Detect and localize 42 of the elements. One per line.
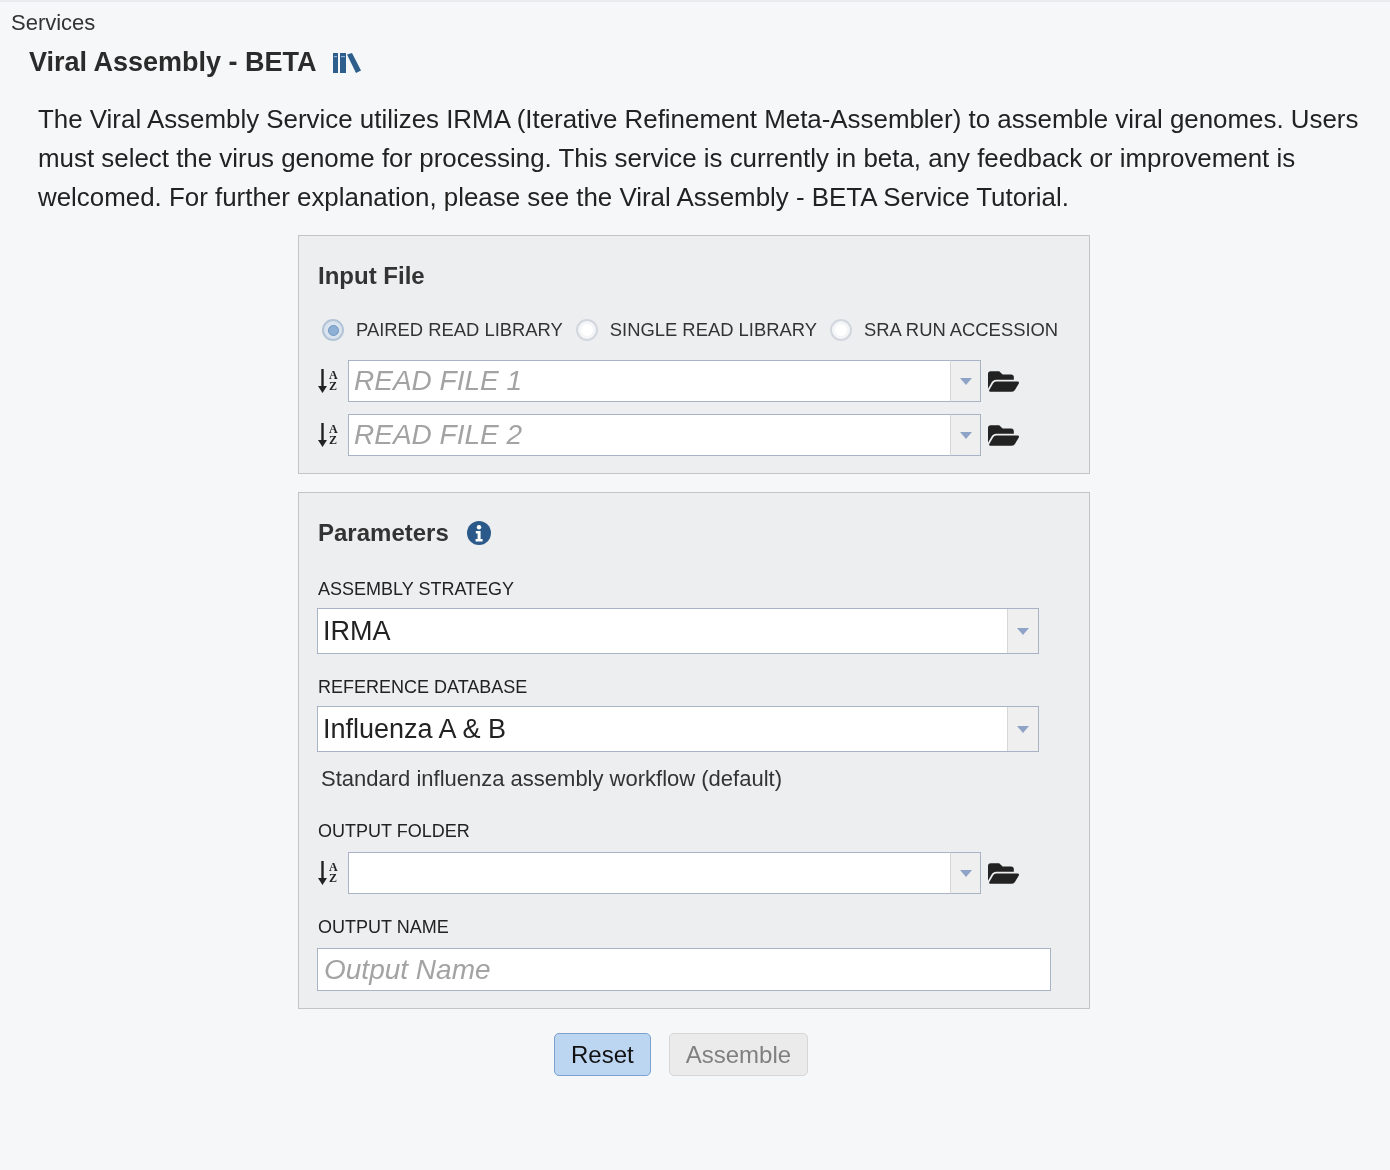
panel-title: Input File <box>318 261 425 291</box>
page-title: Viral Assembly - BETA <box>29 47 317 78</box>
caret-icon <box>1017 725 1029 733</box>
field-label: OUTPUT NAME <box>318 916 449 938</box>
caret-icon <box>959 431 972 439</box>
arrow-down-icon <box>318 423 327 447</box>
radio-button[interactable] <box>322 319 344 341</box>
radio-button[interactable] <box>575 319 598 341</box>
service-description: The Viral Assembly Service utilizes IRMA (Iterative Refinement Meta-Assembler) to assemble viral genomes. Users must select the virus genome for processing. This service is currently in beta, any feedback or improvement is welcomed. For further explanation, please see the Viral Assembly - BETA Service Tutorial. <box>38 104 1360 213</box>
radio-label[interactable]: SINGLE READ LIBRARY <box>609 319 817 341</box>
select-field[interactable]: Influenza A & B <box>317 706 1039 752</box>
dropdown-button[interactable] <box>950 414 981 456</box>
caret-icon <box>1017 627 1029 635</box>
folder-open-icon[interactable] <box>988 370 1019 392</box>
sort-button[interactable]: AZ <box>318 368 341 394</box>
breadcrumb[interactable]: Services <box>0 2 96 36</box>
info-icon[interactable] <box>466 521 491 545</box>
read-file-field[interactable]: READ FILE 1 <box>348 360 950 402</box>
dropdown-button[interactable] <box>950 360 981 402</box>
reset-button[interactable]: Reset <box>554 1033 651 1076</box>
field-label: REFERENCE DATABASE <box>318 676 528 698</box>
arrow-down-icon <box>318 861 327 885</box>
field-hint: Standard influenza assembly workflow (default) <box>321 766 782 792</box>
output-name-field[interactable]: Output Name <box>317 948 1051 991</box>
books-icon[interactable] <box>332 52 361 73</box>
radio-label[interactable]: PAIRED READ LIBRARY <box>356 319 563 341</box>
sort-button[interactable]: AZ <box>318 860 341 886</box>
panel-title: Parameters <box>318 518 449 548</box>
folder-open-icon[interactable] <box>988 862 1019 884</box>
folder-open-icon[interactable] <box>988 424 1019 446</box>
field-label: ASSEMBLY STRATEGY <box>318 578 515 600</box>
field-label: OUTPUT FOLDER <box>318 820 470 842</box>
dropdown-button[interactable] <box>950 852 981 894</box>
folder-field[interactable] <box>348 852 950 894</box>
radio-label[interactable]: SRA RUN ACCESSION <box>863 319 1059 341</box>
arrow-down-icon <box>318 369 327 393</box>
select-field[interactable]: IRMA <box>317 608 1039 654</box>
caret-icon <box>959 377 972 385</box>
sort-button[interactable]: AZ <box>318 422 341 448</box>
radio-button[interactable] <box>829 319 852 341</box>
caret-icon <box>959 869 972 877</box>
read-file-field[interactable]: READ FILE 2 <box>348 414 950 456</box>
